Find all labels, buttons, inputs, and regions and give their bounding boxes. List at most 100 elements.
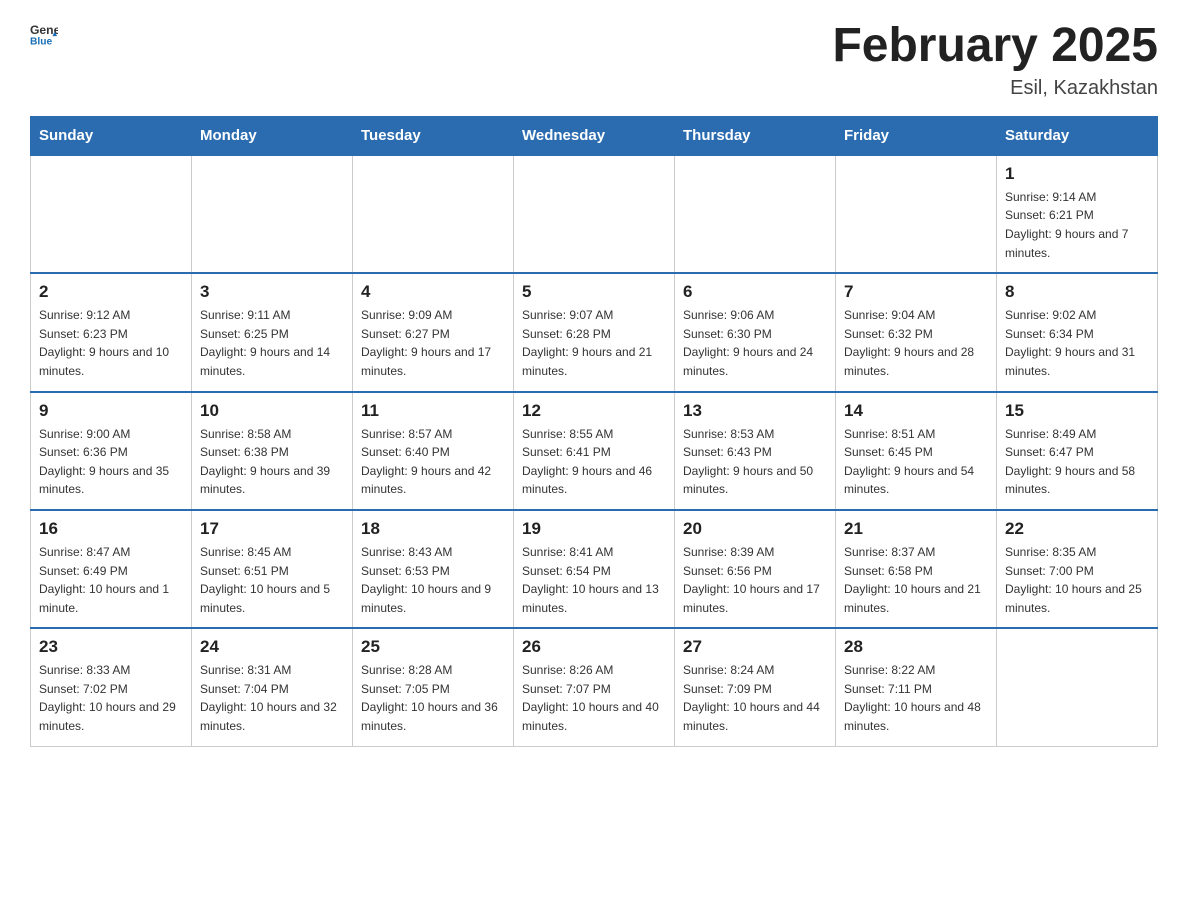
day-number: 1: [1005, 164, 1149, 184]
day-number: 22: [1005, 519, 1149, 539]
day-info: Sunrise: 8:53 AM Sunset: 6:43 PM Dayligh…: [683, 425, 827, 499]
day-info: Sunrise: 8:26 AM Sunset: 7:07 PM Dayligh…: [522, 661, 666, 735]
calendar-week-4: 16 Sunrise: 8:47 AM Sunset: 6:49 PM Dayli…: [31, 510, 1158, 628]
calendar-cell: 15Sunrise: 8:49 AM Sunset: 6:47 PM Dayli…: [997, 392, 1158, 510]
day-number: 9: [39, 401, 183, 421]
day-info: Sunrise: 9:09 AM Sunset: 6:27 PM Dayligh…: [361, 306, 505, 380]
day-info: Sunrise: 9:12 AM Sunset: 6:23 PM Dayligh…: [39, 306, 183, 380]
day-number: 6: [683, 282, 827, 302]
day-number: 28: [844, 637, 988, 657]
calendar-cell: 13 Sunrise: 8:53 AM Sunset: 6:43 PM Dayli…: [675, 392, 836, 510]
day-info: Sunrise: 8:45 AM Sunset: 6:51 PM Dayligh…: [200, 543, 344, 617]
weekday-header-sunday: Sunday: [31, 116, 192, 155]
day-number: 25: [361, 637, 505, 657]
calendar-cell: 23 Sunrise: 8:33 AM Sunset: 7:02 PM Dayli…: [31, 628, 192, 746]
day-info: Sunrise: 8:58 AM Sunset: 6:38 PM Dayligh…: [200, 425, 344, 499]
calendar-cell: 2 Sunrise: 9:12 AM Sunset: 6:23 PM Daylig…: [31, 273, 192, 391]
day-info: Sunrise: 9:14 AM Sunset: 6:21 PM Dayligh…: [1005, 188, 1149, 262]
day-info: Sunrise: 8:22 AM Sunset: 7:11 PM Dayligh…: [844, 661, 988, 735]
day-info: Sunrise: 8:28 AM Sunset: 7:05 PM Dayligh…: [361, 661, 505, 735]
weekday-header-saturday: Saturday: [997, 116, 1158, 155]
calendar-cell: 26 Sunrise: 8:26 AM Sunset: 7:07 PM Dayli…: [514, 628, 675, 746]
day-number: 23: [39, 637, 183, 657]
day-number: 15: [1005, 401, 1149, 421]
day-number: 24: [200, 637, 344, 657]
title-block: February 2025 Esil, Kazakhstan: [832, 20, 1158, 100]
day-info: Sunrise: 9:00 AM Sunset: 6:36 PM Dayligh…: [39, 425, 183, 499]
calendar-cell: 22Sunrise: 8:35 AM Sunset: 7:00 PM Dayli…: [997, 510, 1158, 628]
calendar-week-5: 23 Sunrise: 8:33 AM Sunset: 7:02 PM Dayli…: [31, 628, 1158, 746]
calendar-cell: 3Sunrise: 9:11 AM Sunset: 6:25 PM Daylig…: [192, 273, 353, 391]
calendar-title: February 2025: [832, 20, 1158, 73]
calendar-cell: [31, 155, 192, 273]
svg-text:Blue: Blue: [30, 37, 53, 48]
weekday-header-thursday: Thursday: [675, 116, 836, 155]
logo: General Blue: [30, 20, 60, 48]
day-info: Sunrise: 8:39 AM Sunset: 6:56 PM Dayligh…: [683, 543, 827, 617]
calendar-cell: 24 Sunrise: 8:31 AM Sunset: 7:04 PM Dayli…: [192, 628, 353, 746]
day-info: Sunrise: 9:07 AM Sunset: 6:28 PM Dayligh…: [522, 306, 666, 380]
day-info: Sunrise: 9:04 AM Sunset: 6:32 PM Dayligh…: [844, 306, 988, 380]
calendar-cell: [836, 155, 997, 273]
calendar-cell: [192, 155, 353, 273]
calendar-cell: 4 Sunrise: 9:09 AM Sunset: 6:27 PM Daylig…: [353, 273, 514, 391]
day-info: Sunrise: 8:55 AM Sunset: 6:41 PM Dayligh…: [522, 425, 666, 499]
day-number: 26: [522, 637, 666, 657]
weekday-header-wednesday: Wednesday: [514, 116, 675, 155]
calendar-cell: 11Sunrise: 8:57 AM Sunset: 6:40 PM Dayli…: [353, 392, 514, 510]
day-info: Sunrise: 8:47 AM Sunset: 6:49 PM Dayligh…: [39, 543, 183, 617]
day-number: 18: [361, 519, 505, 539]
calendar-table: SundayMondayTuesdayWednesdayThursdayFrid…: [30, 116, 1158, 747]
calendar-cell: 19 Sunrise: 8:41 AM Sunset: 6:54 PM Dayli…: [514, 510, 675, 628]
day-number: 14: [844, 401, 988, 421]
day-info: Sunrise: 8:33 AM Sunset: 7:02 PM Dayligh…: [39, 661, 183, 735]
day-number: 20: [683, 519, 827, 539]
day-info: Sunrise: 8:37 AM Sunset: 6:58 PM Dayligh…: [844, 543, 988, 617]
calendar-cell: 16 Sunrise: 8:47 AM Sunset: 6:49 PM Dayli…: [31, 510, 192, 628]
day-number: 27: [683, 637, 827, 657]
weekday-header-monday: Monday: [192, 116, 353, 155]
calendar-week-2: 2 Sunrise: 9:12 AM Sunset: 6:23 PM Daylig…: [31, 273, 1158, 391]
day-number: 4: [361, 282, 505, 302]
day-info: Sunrise: 8:31 AM Sunset: 7:04 PM Dayligh…: [200, 661, 344, 735]
calendar-cell: [997, 628, 1158, 746]
calendar-cell: 12 Sunrise: 8:55 AM Sunset: 6:41 PM Dayli…: [514, 392, 675, 510]
calendar-cell: 7 Sunrise: 9:04 AM Sunset: 6:32 PM Daylig…: [836, 273, 997, 391]
logo-icon: General Blue: [30, 20, 58, 48]
day-number: 11: [361, 401, 505, 421]
calendar-cell: 21 Sunrise: 8:37 AM Sunset: 6:58 PM Dayli…: [836, 510, 997, 628]
calendar-cell: 5 Sunrise: 9:07 AM Sunset: 6:28 PM Daylig…: [514, 273, 675, 391]
day-number: 16: [39, 519, 183, 539]
day-info: Sunrise: 8:43 AM Sunset: 6:53 PM Dayligh…: [361, 543, 505, 617]
day-info: Sunrise: 9:02 AM Sunset: 6:34 PM Dayligh…: [1005, 306, 1149, 380]
day-number: 13: [683, 401, 827, 421]
weekday-header-tuesday: Tuesday: [353, 116, 514, 155]
calendar-cell: 1 Sunrise: 9:14 AM Sunset: 6:21 PM Daylig…: [997, 155, 1158, 273]
calendar-cell: [514, 155, 675, 273]
day-number: 21: [844, 519, 988, 539]
day-info: Sunrise: 8:41 AM Sunset: 6:54 PM Dayligh…: [522, 543, 666, 617]
day-number: 10: [200, 401, 344, 421]
calendar-cell: 27 Sunrise: 8:24 AM Sunset: 7:09 PM Dayli…: [675, 628, 836, 746]
calendar-cell: 14 Sunrise: 8:51 AM Sunset: 6:45 PM Dayli…: [836, 392, 997, 510]
calendar-cell: 25 Sunrise: 8:28 AM Sunset: 7:05 PM Dayli…: [353, 628, 514, 746]
day-info: Sunrise: 8:51 AM Sunset: 6:45 PM Dayligh…: [844, 425, 988, 499]
calendar-subtitle: Esil, Kazakhstan: [832, 77, 1158, 100]
calendar-week-1: 1 Sunrise: 9:14 AM Sunset: 6:21 PM Daylig…: [31, 155, 1158, 273]
calendar-cell: 8 Sunrise: 9:02 AM Sunset: 6:34 PM Daylig…: [997, 273, 1158, 391]
day-number: 5: [522, 282, 666, 302]
calendar-cell: [675, 155, 836, 273]
day-number: 7: [844, 282, 988, 302]
day-number: 8: [1005, 282, 1149, 302]
day-number: 12: [522, 401, 666, 421]
calendar-cell: 10 Sunrise: 8:58 AM Sunset: 6:38 PM Dayli…: [192, 392, 353, 510]
calendar-cell: 9 Sunrise: 9:00 AM Sunset: 6:36 PM Daylig…: [31, 392, 192, 510]
day-number: 19: [522, 519, 666, 539]
weekday-header-friday: Friday: [836, 116, 997, 155]
day-info: Sunrise: 9:06 AM Sunset: 6:30 PM Dayligh…: [683, 306, 827, 380]
calendar-cell: 18 Sunrise: 8:43 AM Sunset: 6:53 PM Dayli…: [353, 510, 514, 628]
day-info: Sunrise: 8:24 AM Sunset: 7:09 PM Dayligh…: [683, 661, 827, 735]
day-number: 2: [39, 282, 183, 302]
day-number: 3: [200, 282, 344, 302]
calendar-cell: [353, 155, 514, 273]
